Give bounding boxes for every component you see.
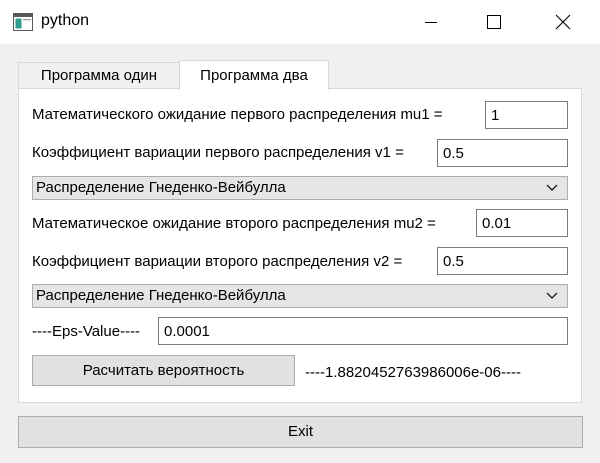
close-button[interactable] [540, 0, 586, 44]
python-window-icon [13, 13, 33, 31]
v2-field[interactable] [437, 247, 568, 275]
distribution-1-select[interactable]: Распределение Гнеденко-Вейбулла [32, 176, 568, 200]
v1-label: Коэффициент вариации первого распределен… [32, 144, 404, 161]
distribution-2-value: Распределение Гнеденко-Вейбулла [36, 287, 286, 304]
eps-field[interactable] [158, 317, 568, 345]
window-title: python [41, 12, 90, 29]
mu1-field[interactable] [485, 101, 568, 129]
mu1-label: Математического ожидание первого распред… [32, 106, 443, 123]
distribution-1-value: Распределение Гнеденко-Вейбулла [36, 179, 286, 196]
minimize-button[interactable] [408, 0, 454, 44]
mu2-field[interactable] [476, 209, 568, 237]
eps-label: ----Eps-Value---- [32, 323, 141, 340]
chevron-down-icon [546, 184, 558, 191]
title-bar: python [0, 0, 600, 44]
maximize-button[interactable] [471, 0, 517, 44]
v1-field[interactable] [437, 139, 568, 167]
close-icon [555, 14, 571, 30]
calculate-button[interactable]: Расчитать вероятность [32, 355, 295, 386]
chevron-down-icon [546, 292, 558, 299]
exit-button[interactable]: Exit [18, 416, 583, 448]
tab-program-two[interactable]: Программа два [179, 60, 329, 90]
v2-label: Коэффициент вариации второго распределен… [32, 253, 403, 270]
mu2-label: Математическое ожидание второго распреде… [32, 215, 436, 232]
result-value: ----1.8820452763986006e-06---- [305, 364, 521, 381]
tab-program-one[interactable]: Программа один [18, 62, 180, 89]
minimize-icon [425, 22, 437, 23]
maximize-icon [487, 15, 501, 29]
distribution-2-select[interactable]: Распределение Гнеденко-Вейбулла [32, 284, 568, 308]
